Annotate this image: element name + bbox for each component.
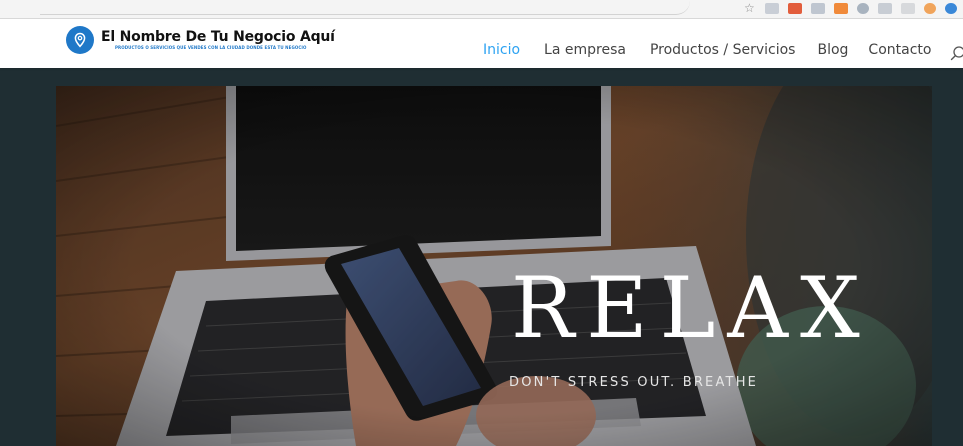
page: ☆ El Nombre De Tu Negocio Aquí PRODUCTOS… — [0, 0, 963, 446]
extension-icon[interactable] — [834, 2, 848, 14]
nav-item-blog[interactable]: Blog — [817, 42, 848, 58]
site-title: El Nombre De Tu Negocio Aquí — [101, 29, 335, 45]
location-pin-icon — [66, 26, 94, 54]
hero-title: RELAX — [511, 259, 872, 357]
site-header: El Nombre De Tu Negocio Aquí PRODUCTOS O… — [0, 19, 963, 68]
extension-icon[interactable] — [857, 2, 869, 14]
extension-icon[interactable] — [924, 2, 936, 14]
hero-slider: RELAX DON'T STRESS OUT. BREATHE — [56, 86, 932, 446]
site-logo[interactable]: El Nombre De Tu Negocio Aquí PRODUCTOS O… — [66, 26, 335, 54]
extension-icon[interactable] — [945, 2, 957, 14]
extension-icon[interactable] — [788, 2, 802, 14]
browser-extension-bar: ☆ — [0, 0, 963, 19]
nav-item-inicio[interactable]: Inicio — [483, 42, 520, 58]
search-icon[interactable] — [950, 45, 963, 61]
extension-icon[interactable] — [765, 2, 779, 14]
main-nav: Inicio La empresa Productos / Servicios … — [483, 38, 963, 62]
extension-icon[interactable] — [878, 2, 892, 14]
nav-item-contacto[interactable]: Contacto — [868, 42, 931, 58]
extension-icon[interactable] — [811, 2, 825, 14]
address-bar-edge — [40, 0, 690, 15]
site-tagline: PRODUCTOS O SERVICIOS QUE VENDES CON LA … — [115, 45, 307, 50]
nav-item-la-empresa[interactable]: La empresa — [544, 42, 626, 58]
bookmark-star-icon[interactable]: ☆ — [744, 1, 756, 15]
extension-icons: ☆ — [744, 1, 957, 15]
hero-subtitle: DON'T STRESS OUT. BREATHE — [509, 375, 759, 390]
nav-item-productos-servicios[interactable]: Productos / Servicios — [650, 42, 796, 58]
extension-icon[interactable] — [901, 2, 915, 14]
